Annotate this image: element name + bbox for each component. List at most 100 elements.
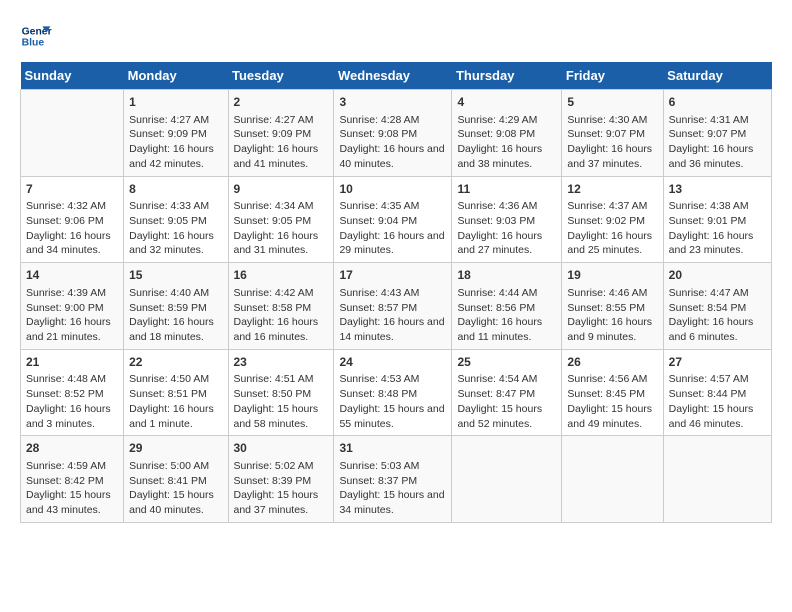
day-info: Sunrise: 4:48 AMSunset: 8:52 PMDaylight:… xyxy=(26,372,118,431)
day-number: 5 xyxy=(567,94,657,111)
day-cell: 20 Sunrise: 4:47 AMSunset: 8:54 PMDayligh… xyxy=(663,263,771,350)
day-info: Sunrise: 4:54 AMSunset: 8:47 PMDaylight:… xyxy=(457,372,556,431)
day-info: Sunrise: 4:34 AMSunset: 9:05 PMDaylight:… xyxy=(234,199,329,258)
day-number: 21 xyxy=(26,354,118,371)
day-info: Sunrise: 4:47 AMSunset: 8:54 PMDaylight:… xyxy=(669,286,766,345)
day-info: Sunrise: 4:27 AMSunset: 9:09 PMDaylight:… xyxy=(234,113,329,172)
day-info: Sunrise: 4:28 AMSunset: 9:08 PMDaylight:… xyxy=(339,113,446,172)
day-info: Sunrise: 4:42 AMSunset: 8:58 PMDaylight:… xyxy=(234,286,329,345)
day-info: Sunrise: 4:32 AMSunset: 9:06 PMDaylight:… xyxy=(26,199,118,258)
day-info: Sunrise: 4:57 AMSunset: 8:44 PMDaylight:… xyxy=(669,372,766,431)
day-cell: 7Sunrise: 4:32 AMSunset: 9:06 PMDaylight… xyxy=(21,176,124,263)
day-cell: 24Sunrise: 4:53 AMSunset: 8:48 PMDayligh… xyxy=(334,349,452,436)
day-number: 17 xyxy=(339,267,446,284)
day-number: 30 xyxy=(234,440,329,457)
day-number: 1 xyxy=(129,94,222,111)
col-header-saturday: Saturday xyxy=(663,62,771,90)
header: General Blue xyxy=(20,20,772,52)
col-header-friday: Friday xyxy=(562,62,663,90)
day-cell: 27Sunrise: 4:57 AMSunset: 8:44 PMDayligh… xyxy=(663,349,771,436)
day-info: Sunrise: 4:51 AMSunset: 8:50 PMDaylight:… xyxy=(234,372,329,431)
calendar-table: SundayMondayTuesdayWednesdayThursdayFrid… xyxy=(20,62,772,523)
day-info: Sunrise: 4:39 AMSunset: 9:00 PMDaylight:… xyxy=(26,286,118,345)
logo: General Blue xyxy=(20,20,56,52)
day-number: 29 xyxy=(129,440,222,457)
day-number: 22 xyxy=(129,354,222,371)
day-cell: 12Sunrise: 4:37 AMSunset: 9:02 PMDayligh… xyxy=(562,176,663,263)
day-number: 26 xyxy=(567,354,657,371)
day-info: Sunrise: 4:53 AMSunset: 8:48 PMDaylight:… xyxy=(339,372,446,431)
day-cell: 21Sunrise: 4:48 AMSunset: 8:52 PMDayligh… xyxy=(21,349,124,436)
day-cell: 14 Sunrise: 4:39 AMSunset: 9:00 PMDayligh… xyxy=(21,263,124,350)
day-info: Sunrise: 4:50 AMSunset: 8:51 PMDaylight:… xyxy=(129,372,222,431)
day-info: Sunrise: 5:03 AMSunset: 8:37 PMDaylight:… xyxy=(339,459,446,518)
day-info: Sunrise: 4:43 AMSunset: 8:57 PMDaylight:… xyxy=(339,286,446,345)
day-number: 3 xyxy=(339,94,446,111)
week-row-5: 28 Sunrise: 4:59 AMSunset: 8:42 PMDayligh… xyxy=(21,436,772,523)
day-cell: 9Sunrise: 4:34 AMSunset: 9:05 PMDaylight… xyxy=(228,176,334,263)
day-info: Sunrise: 4:35 AMSunset: 9:04 PMDaylight:… xyxy=(339,199,446,258)
day-number: 14 xyxy=(26,267,118,284)
day-info: Sunrise: 4:56 AMSunset: 8:45 PMDaylight:… xyxy=(567,372,657,431)
day-cell: 19 Sunrise: 4:46 AMSunset: 8:55 PMDayligh… xyxy=(562,263,663,350)
day-number: 10 xyxy=(339,181,446,198)
day-number: 28 xyxy=(26,440,118,457)
day-cell xyxy=(663,436,771,523)
day-cell: 5 Sunrise: 4:30 AMSunset: 9:07 PMDaylight… xyxy=(562,90,663,177)
day-info: Sunrise: 4:59 AMSunset: 8:42 PMDaylight:… xyxy=(26,459,118,518)
day-info: Sunrise: 4:44 AMSunset: 8:56 PMDaylight:… xyxy=(457,286,556,345)
day-number: 20 xyxy=(669,267,766,284)
day-number: 2 xyxy=(234,94,329,111)
day-cell: 31 Sunrise: 5:03 AMSunset: 8:37 PMDayligh… xyxy=(334,436,452,523)
day-number: 4 xyxy=(457,94,556,111)
logo-icon: General Blue xyxy=(20,20,52,52)
day-info: Sunrise: 4:38 AMSunset: 9:01 PMDaylight:… xyxy=(669,199,766,258)
day-number: 16 xyxy=(234,267,329,284)
col-header-wednesday: Wednesday xyxy=(334,62,452,90)
day-cell: 13Sunrise: 4:38 AMSunset: 9:01 PMDayligh… xyxy=(663,176,771,263)
day-info: Sunrise: 5:02 AMSunset: 8:39 PMDaylight:… xyxy=(234,459,329,518)
day-info: Sunrise: 4:29 AMSunset: 9:08 PMDaylight:… xyxy=(457,113,556,172)
day-number: 12 xyxy=(567,181,657,198)
day-cell: 23Sunrise: 4:51 AMSunset: 8:50 PMDayligh… xyxy=(228,349,334,436)
day-number: 6 xyxy=(669,94,766,111)
day-info: Sunrise: 4:33 AMSunset: 9:05 PMDaylight:… xyxy=(129,199,222,258)
day-cell: 25Sunrise: 4:54 AMSunset: 8:47 PMDayligh… xyxy=(452,349,562,436)
day-info: Sunrise: 4:46 AMSunset: 8:55 PMDaylight:… xyxy=(567,286,657,345)
col-header-monday: Monday xyxy=(124,62,228,90)
week-row-2: 7Sunrise: 4:32 AMSunset: 9:06 PMDaylight… xyxy=(21,176,772,263)
week-row-3: 14 Sunrise: 4:39 AMSunset: 9:00 PMDayligh… xyxy=(21,263,772,350)
day-cell: 16 Sunrise: 4:42 AMSunset: 8:58 PMDayligh… xyxy=(228,263,334,350)
day-cell xyxy=(452,436,562,523)
col-header-thursday: Thursday xyxy=(452,62,562,90)
week-row-4: 21Sunrise: 4:48 AMSunset: 8:52 PMDayligh… xyxy=(21,349,772,436)
day-cell xyxy=(562,436,663,523)
day-cell: 4 Sunrise: 4:29 AMSunset: 9:08 PMDaylight… xyxy=(452,90,562,177)
day-number: 27 xyxy=(669,354,766,371)
day-cell: 1 Sunrise: 4:27 AMSunset: 9:09 PMDaylight… xyxy=(124,90,228,177)
day-cell: 6Sunrise: 4:31 AMSunset: 9:07 PMDaylight… xyxy=(663,90,771,177)
day-cell xyxy=(21,90,124,177)
day-cell: 26Sunrise: 4:56 AMSunset: 8:45 PMDayligh… xyxy=(562,349,663,436)
week-row-1: 1 Sunrise: 4:27 AMSunset: 9:09 PMDaylight… xyxy=(21,90,772,177)
day-cell: 15Sunrise: 4:40 AMSunset: 8:59 PMDayligh… xyxy=(124,263,228,350)
day-number: 19 xyxy=(567,267,657,284)
day-number: 24 xyxy=(339,354,446,371)
day-number: 13 xyxy=(669,181,766,198)
day-info: Sunrise: 4:30 AMSunset: 9:07 PMDaylight:… xyxy=(567,113,657,172)
day-number: 15 xyxy=(129,267,222,284)
day-cell: 30 Sunrise: 5:02 AMSunset: 8:39 PMDayligh… xyxy=(228,436,334,523)
day-info: Sunrise: 4:27 AMSunset: 9:09 PMDaylight:… xyxy=(129,113,222,172)
day-number: 31 xyxy=(339,440,446,457)
day-cell: 8Sunrise: 4:33 AMSunset: 9:05 PMDaylight… xyxy=(124,176,228,263)
day-info: Sunrise: 4:36 AMSunset: 9:03 PMDaylight:… xyxy=(457,199,556,258)
header-row: SundayMondayTuesdayWednesdayThursdayFrid… xyxy=(21,62,772,90)
day-number: 8 xyxy=(129,181,222,198)
day-number: 18 xyxy=(457,267,556,284)
day-cell: 11Sunrise: 4:36 AMSunset: 9:03 PMDayligh… xyxy=(452,176,562,263)
day-number: 7 xyxy=(26,181,118,198)
svg-text:Blue: Blue xyxy=(22,38,45,49)
day-cell: 29Sunrise: 5:00 AMSunset: 8:41 PMDayligh… xyxy=(124,436,228,523)
day-number: 9 xyxy=(234,181,329,198)
day-cell: 17 Sunrise: 4:43 AMSunset: 8:57 PMDayligh… xyxy=(334,263,452,350)
